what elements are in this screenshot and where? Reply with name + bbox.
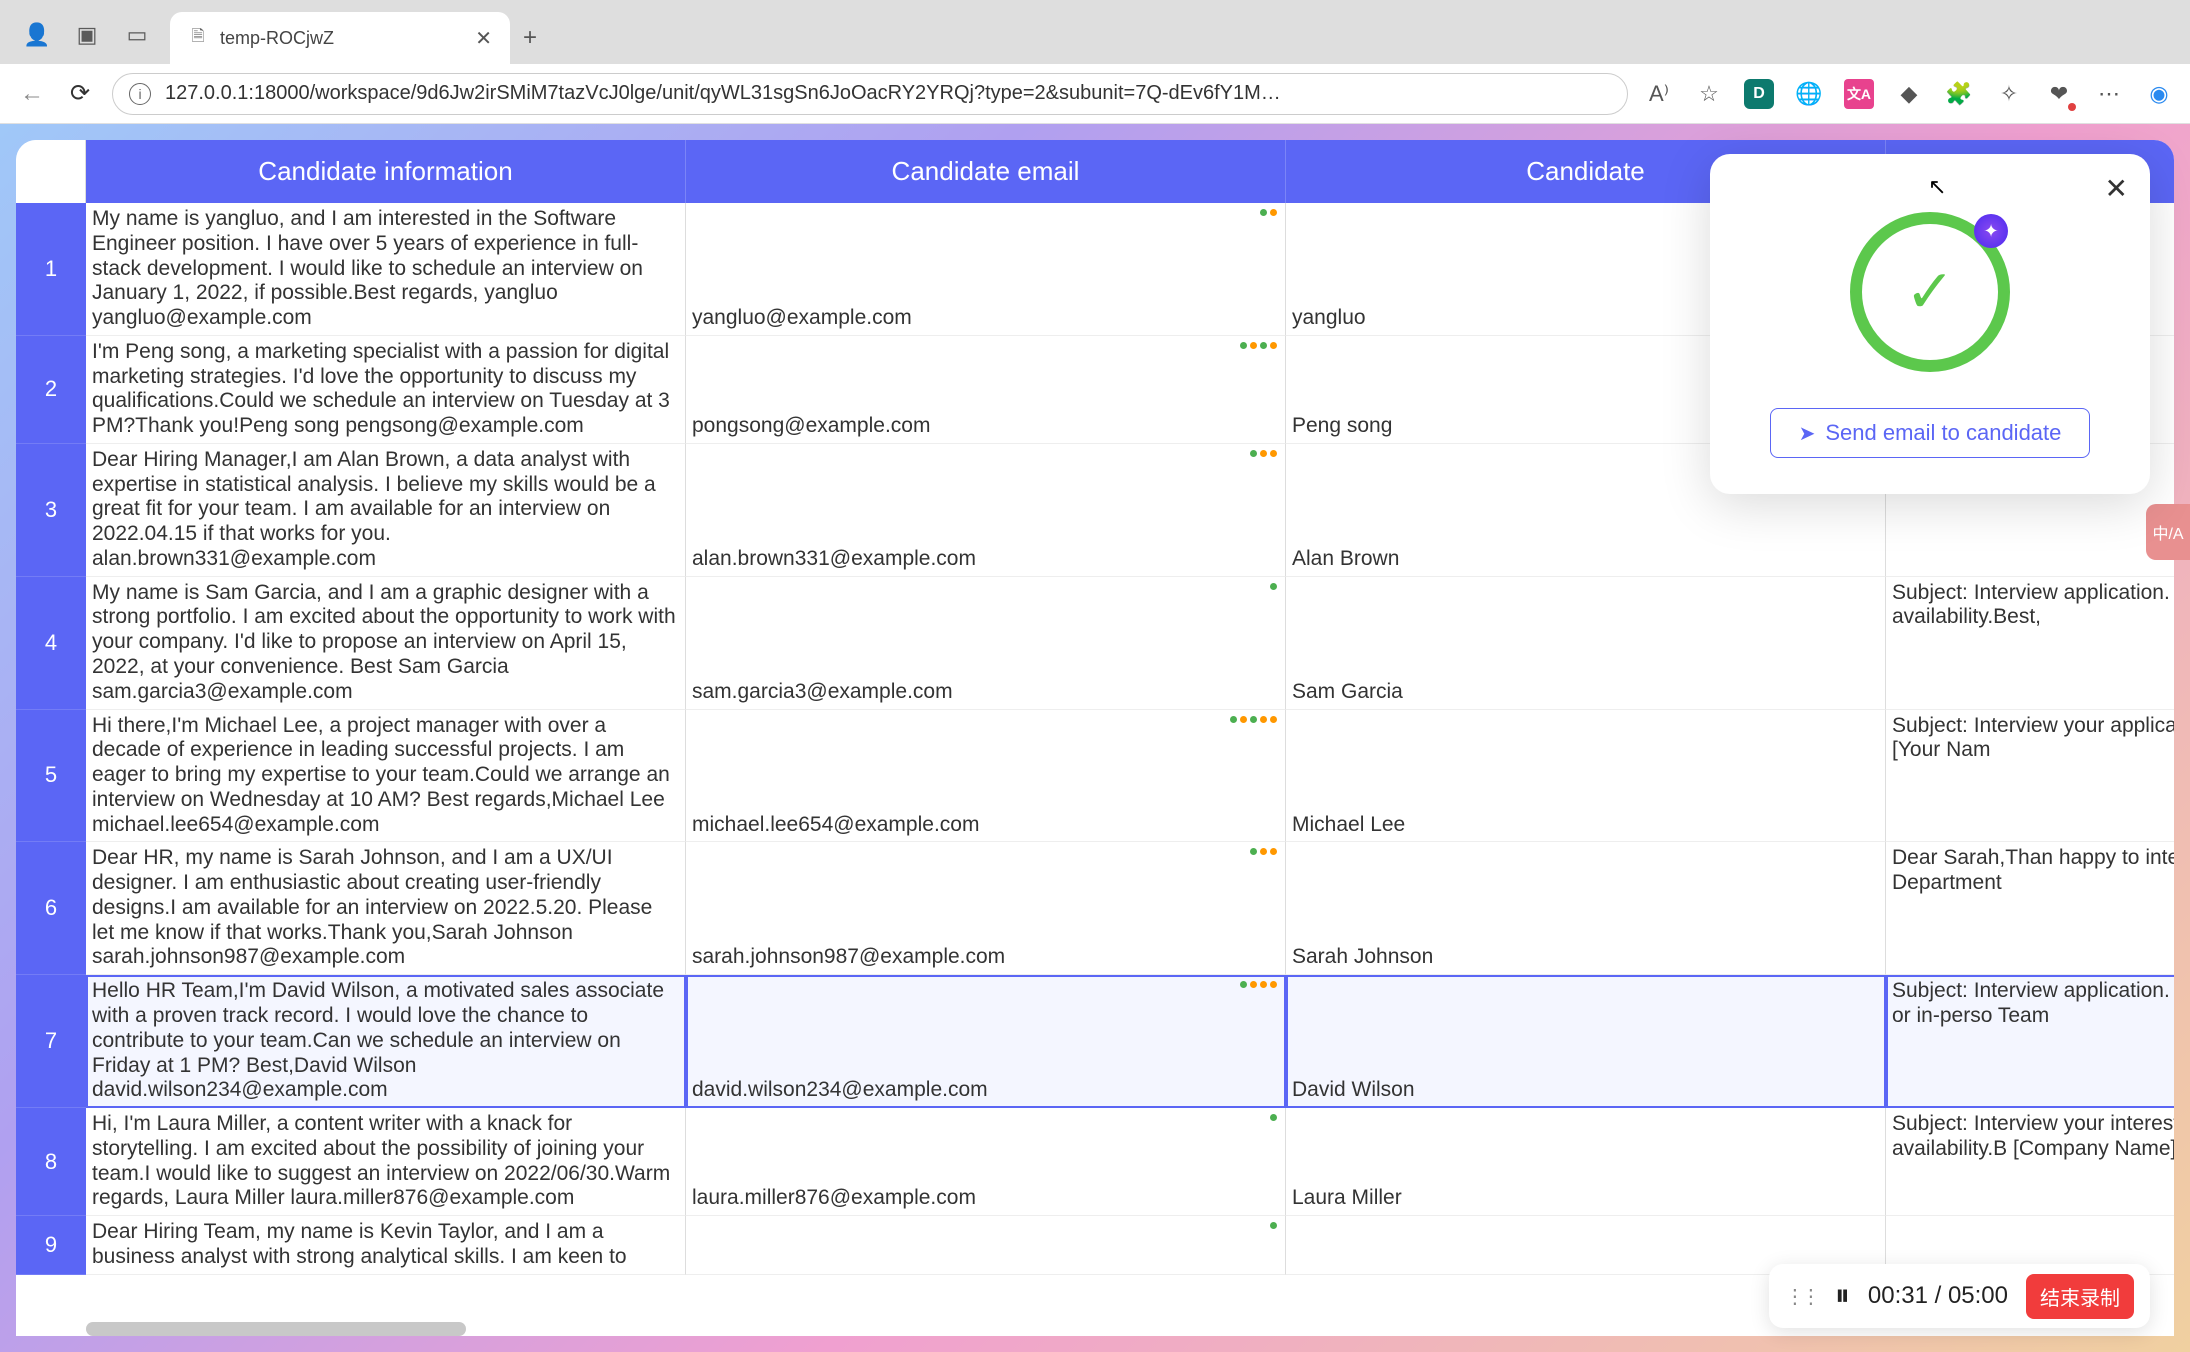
status-dots	[1230, 716, 1277, 723]
browser-tab[interactable]: 🗎 temp-ROCjwZ ✕	[170, 12, 510, 64]
cell-candidate-info[interactable]: Hello HR Team,I'm David Wilson, a motiva…	[86, 975, 686, 1108]
browser-tab-strip: 👤 ▣ ▭ 🗎 temp-ROCjwZ ✕ +	[0, 0, 2190, 64]
cell-candidate-email[interactable]: laura.miller876@example.com	[686, 1108, 1286, 1216]
status-dots	[1250, 450, 1277, 457]
extension-ai-icon[interactable]: ◆	[1894, 79, 1924, 109]
status-dots	[1240, 981, 1277, 988]
read-aloud-icon[interactable]: A⁾	[1644, 79, 1674, 109]
performance-icon[interactable]: ❤	[2044, 79, 2074, 109]
status-dots	[1270, 1114, 1277, 1121]
cell-candidate-email[interactable]: michael.lee654@example.com	[686, 710, 1286, 843]
cell-reply[interactable]: Subject: Interview application. We w for…	[1886, 975, 2174, 1108]
sparkle-icon: ✦	[1974, 214, 2008, 248]
cell-candidate-email[interactable]	[686, 1216, 1286, 1275]
tab-overview-icon[interactable]: ▭	[124, 22, 150, 48]
row-number[interactable]: 2	[16, 336, 86, 444]
corner-cell[interactable]	[16, 140, 86, 203]
cell-reply[interactable]: Subject: Interview application. We w Apr…	[1886, 577, 2174, 710]
ai-result-panel: ✕ ✓ ✦ ➤ Send email to candidate ↖	[1710, 154, 2150, 494]
cell-candidate-email[interactable]: david.wilson234@example.com	[686, 975, 1286, 1108]
settings-menu-icon[interactable]: ⋯	[2094, 79, 2124, 109]
recording-bar[interactable]: ⋮⋮ ⏸ 00:31 / 05:00 结束录制	[1769, 1264, 2150, 1328]
cell-candidate-info[interactable]: Hi, I'm Laura Miller, a content writer w…	[86, 1108, 686, 1216]
cell-candidate-email[interactable]: sarah.johnson987@example.com	[686, 842, 1286, 975]
browser-toolbar: ← ⟳ i 127.0.0.1:18000/workspace/9d6Jw2ir…	[0, 64, 2190, 124]
workspaces-icon[interactable]: ▣	[74, 22, 100, 48]
copilot-icon[interactable]: ◉	[2144, 79, 2174, 109]
new-tab-button[interactable]: +	[510, 12, 550, 64]
page-viewport: Candidate information Candidate email Ca…	[0, 124, 2190, 1352]
send-email-label: Send email to candidate	[1825, 420, 2061, 446]
extension-d-icon[interactable]: D	[1744, 79, 1774, 109]
recording-time: 00:31 / 05:00	[1868, 1282, 2008, 1310]
send-icon: ➤	[1799, 421, 1816, 446]
status-dots	[1270, 583, 1277, 590]
horizontal-scrollbar[interactable]	[86, 1322, 466, 1336]
extension-globe-icon[interactable]: 🌐	[1794, 79, 1824, 109]
cell-candidate-info[interactable]: Dear Hiring Team, my name is Kevin Taylo…	[86, 1216, 686, 1275]
col-header-email[interactable]: Candidate email	[686, 140, 1286, 203]
language-tab[interactable]: 中/A	[2146, 504, 2190, 560]
extensions-icon[interactable]: 🧩	[1944, 79, 1974, 109]
cell-candidate-email[interactable]: pongsong@example.com	[686, 336, 1286, 444]
status-dots	[1250, 848, 1277, 855]
stop-recording-button[interactable]: 结束录制	[2026, 1274, 2134, 1319]
cursor-icon: ↖	[1928, 174, 1946, 200]
row-number[interactable]: 5	[16, 710, 86, 843]
row-number[interactable]: 4	[16, 577, 86, 710]
row-number[interactable]: 9	[16, 1216, 86, 1275]
cell-candidate-info[interactable]: Dear Hiring Manager,I am Alan Brown, a d…	[86, 444, 686, 577]
send-email-button[interactable]: ➤ Send email to candidate ↖	[1770, 408, 2090, 458]
row-number[interactable]: 6	[16, 842, 86, 975]
back-button[interactable]: ←	[16, 78, 48, 110]
status-dots	[1260, 209, 1277, 216]
file-icon: 🗎	[188, 28, 208, 48]
extension-translate-icon[interactable]: 文A	[1844, 79, 1874, 109]
cell-candidate-info[interactable]: My name is Sam Garcia, and I am a graphi…	[86, 577, 686, 710]
cell-reply[interactable]: Subject: Interview your interest in jo y…	[1886, 1108, 2174, 1216]
row-number[interactable]: 3	[16, 444, 86, 577]
cell-candidate-name[interactable]: David Wilson	[1286, 975, 1886, 1108]
site-info-icon[interactable]: i	[129, 83, 151, 105]
close-icon[interactable]: ✕	[2105, 172, 2128, 205]
cell-candidate-name[interactable]: Sam Garcia	[1286, 577, 1886, 710]
cell-candidate-name[interactable]: Michael Lee	[1286, 710, 1886, 843]
collections-icon[interactable]: ✧	[1994, 79, 2024, 109]
row-number[interactable]: 8	[16, 1108, 86, 1216]
cell-reply[interactable]: Dear Sarah,Than happy to interview your …	[1886, 842, 2174, 975]
close-tab-icon[interactable]: ✕	[475, 26, 492, 51]
success-circle: ✓ ✦	[1850, 212, 2010, 372]
cell-candidate-info[interactable]: My name is yangluo, and I am interested …	[86, 203, 686, 336]
tab-title: temp-ROCjwZ	[220, 28, 463, 49]
col-header-info[interactable]: Candidate information	[86, 140, 686, 203]
cell-candidate-info[interactable]: Dear HR, my name is Sarah Johnson, and I…	[86, 842, 686, 975]
status-dots	[1240, 342, 1277, 349]
cell-candidate-info[interactable]: Hi there,I'm Michael Lee, a project mana…	[86, 710, 686, 843]
pause-icon[interactable]: ⏸	[1835, 1279, 1850, 1313]
cell-candidate-email[interactable]: sam.garcia3@example.com	[686, 577, 1286, 710]
row-number[interactable]: 1	[16, 203, 86, 336]
cell-candidate-email[interactable]: alan.brown331@example.com	[686, 444, 1286, 577]
checkmark-icon: ✓	[1905, 257, 1955, 327]
cell-candidate-email[interactable]: yangluo@example.com	[686, 203, 1286, 336]
drag-handle-icon[interactable]: ⋮⋮	[1785, 1284, 1817, 1309]
address-bar[interactable]: i 127.0.0.1:18000/workspace/9d6Jw2irSMiM…	[112, 73, 1628, 115]
row-number[interactable]: 7	[16, 975, 86, 1108]
url-text: 127.0.0.1:18000/workspace/9d6Jw2irSMiM7t…	[165, 82, 1611, 105]
cell-candidate-name[interactable]: Sarah Johnson	[1286, 842, 1886, 975]
cell-reply[interactable]: Subject: Interview your application. Wed…	[1886, 710, 2174, 843]
profile-icon[interactable]: 👤	[24, 22, 50, 48]
status-dots	[1270, 1222, 1277, 1229]
favorite-icon[interactable]: ☆	[1694, 79, 1724, 109]
cell-candidate-name[interactable]: Laura Miller	[1286, 1108, 1886, 1216]
cell-candidate-info[interactable]: I'm Peng song, a marketing specialist wi…	[86, 336, 686, 444]
reload-button[interactable]: ⟳	[64, 78, 96, 110]
